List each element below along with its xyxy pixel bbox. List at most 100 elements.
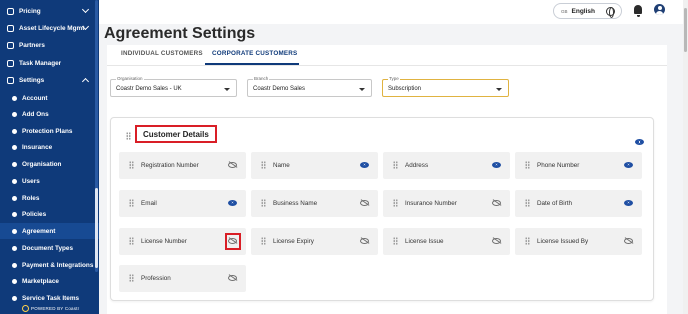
bullet-icon [12, 262, 17, 268]
gear-icon [7, 76, 14, 84]
type-select[interactable]: Type Subscription [382, 76, 509, 97]
sidebar-item-partners[interactable]: Partners [0, 37, 99, 53]
avatar[interactable] [654, 4, 665, 15]
sidebar-item-add-ons[interactable]: Add Ons [0, 106, 99, 122]
eye-icon[interactable] [228, 199, 237, 206]
drag-handle-icon[interactable] [525, 237, 530, 245]
tab-corporate-customers[interactable]: CORPORATE CUSTOMERS [212, 50, 297, 57]
drag-handle-icon[interactable] [525, 199, 530, 207]
sidebar-item-label: Protection Plans [22, 127, 73, 135]
sidebar-item-label: Organisation [22, 160, 62, 168]
field-label: Address [405, 162, 429, 169]
drag-handle-icon[interactable] [129, 161, 134, 169]
sidebar-item-marketplace[interactable]: Marketplace [0, 273, 99, 289]
eye-icon[interactable] [360, 161, 369, 168]
drag-handle-icon[interactable] [261, 161, 266, 169]
coastr-logo-icon [22, 305, 29, 312]
language-code: GB [561, 8, 568, 14]
sidebar-scrollbar[interactable] [95, 0, 98, 272]
bullet-icon [12, 128, 17, 134]
sidebar-item-roles[interactable]: Roles [0, 190, 99, 206]
eye-off-icon[interactable] [624, 237, 633, 244]
drag-handle-icon[interactable] [393, 161, 398, 169]
eye-icon[interactable] [624, 199, 633, 206]
globe-icon [606, 7, 615, 18]
eye-off-icon[interactable] [492, 237, 501, 244]
field-profession[interactable]: Profession [119, 265, 246, 292]
sidebar-item-label: Document Types [22, 244, 74, 252]
eye-icon[interactable] [624, 161, 633, 168]
drag-handle-icon[interactable] [129, 274, 134, 282]
drag-handle-icon[interactable] [261, 237, 266, 245]
sidebar-item-account[interactable]: Account [0, 90, 99, 106]
eye-off-icon[interactable] [228, 274, 237, 281]
page-scroll-thumb[interactable] [684, 8, 687, 52]
sidebar-item-protection-plans[interactable]: Protection Plans [0, 123, 99, 139]
tab-individual-customers[interactable]: INDIVIDUAL CUSTOMERS [121, 50, 203, 57]
sidebar-item-label: Marketplace [22, 277, 59, 285]
sidebar-item-settings[interactable]: Settings [0, 72, 99, 88]
sidebar-item-service-task-items[interactable]: Service Task Items [0, 290, 99, 306]
eye-off-icon[interactable] [360, 199, 369, 206]
language-selector[interactable]: GB English [553, 3, 622, 19]
type-value: Subscription [388, 85, 422, 92]
field-name[interactable]: Name [251, 152, 378, 179]
eye-off-icon[interactable] [228, 161, 237, 168]
field-label: License Expiry [273, 238, 314, 245]
field-email[interactable]: Email [119, 190, 246, 217]
drag-handle-icon[interactable] [393, 237, 398, 245]
sidebar-item-label: Partners [19, 41, 45, 49]
field-date-of-birth[interactable]: Date of Birth [515, 190, 642, 217]
eye-off-icon[interactable] [360, 237, 369, 244]
bullet-icon [12, 178, 17, 184]
field-label: Email [141, 200, 157, 207]
sidebar-item-organisation[interactable]: Organisation [0, 156, 99, 172]
sidebar-item-agreement[interactable]: Agreement [0, 223, 99, 239]
active-tab-indicator [205, 63, 299, 65]
eye-icon[interactable] [635, 139, 644, 145]
bell-icon[interactable] [634, 5, 642, 17]
eye-icon[interactable] [492, 161, 501, 168]
bullet-icon [12, 295, 17, 301]
drag-handle-icon[interactable] [261, 199, 266, 207]
page-scrollbar[interactable] [683, 0, 688, 314]
sidebar-item-label: Users [22, 177, 40, 185]
drag-handle-icon[interactable] [129, 199, 134, 207]
sidebar-item-asset-lifecycle[interactable]: Asset Lifecycle Mgmt [0, 20, 99, 36]
handshake-icon [7, 41, 14, 49]
field-license-expiry[interactable]: License Expiry [251, 228, 378, 255]
sidebar-item-label: Asset Lifecycle Mgmt [19, 24, 85, 32]
eye-off-icon[interactable] [492, 199, 501, 206]
field-business-name[interactable]: Business Name [251, 190, 378, 217]
sidebar-item-policies[interactable]: Policies [0, 206, 99, 222]
drag-handle-icon[interactable] [393, 199, 398, 207]
bullet-icon [12, 95, 17, 101]
sidebar-item-users[interactable]: Users [0, 173, 99, 189]
sidebar-item-label: Agreement [22, 227, 56, 235]
sidebar-item-insurance[interactable]: Insurance [0, 139, 99, 155]
tag-icon [7, 7, 14, 15]
sidebar-item-payment-integrations[interactable]: Payment & Integrations [0, 257, 99, 273]
language-label: English [571, 7, 595, 15]
branch-select[interactable]: Branch Coastr Demo Sales [247, 76, 372, 97]
sidebar-scroll-thumb[interactable] [95, 188, 98, 268]
drag-handle-icon[interactable] [126, 132, 131, 140]
field-phone-number[interactable]: Phone Number [515, 152, 642, 179]
powered-by-text: POWERED BY Coastr [31, 306, 80, 311]
field-label: Business Name [273, 200, 318, 207]
drag-handle-icon[interactable] [129, 237, 134, 245]
organisation-value: Coastr Demo Sales - UK [116, 85, 182, 92]
drag-handle-icon[interactable] [525, 161, 530, 169]
bullet-icon [12, 111, 17, 117]
sidebar-item-pricing[interactable]: Pricing [0, 3, 99, 19]
field-label: Insurance Number [405, 200, 457, 207]
sidebar-item-document-types[interactable]: Document Types [0, 240, 99, 256]
field-license-issued-by[interactable]: License Issued By [515, 228, 642, 255]
field-insurance-number[interactable]: Insurance Number [383, 190, 510, 217]
sidebar-item-task-manager[interactable]: Task Manager [0, 55, 99, 71]
field-address[interactable]: Address [383, 152, 510, 179]
field-registration-number[interactable]: Registration Number [119, 152, 246, 179]
organisation-select[interactable]: Organisation Coastr Demo Sales - UK [110, 76, 237, 97]
field-license-issue[interactable]: License Issue [383, 228, 510, 255]
sidebar-item-label: Roles [22, 194, 40, 202]
